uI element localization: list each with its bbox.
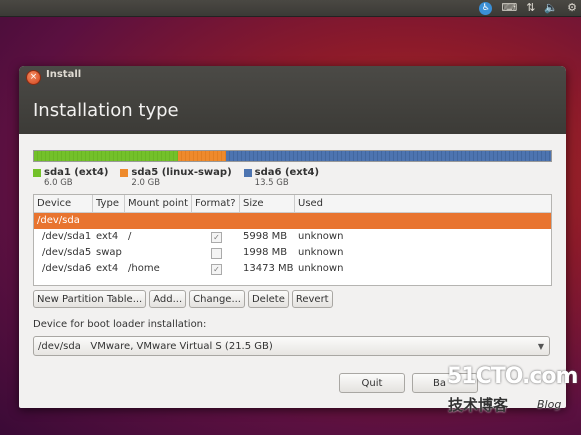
new-partition-table-button[interactable]: New Partition Table... — [33, 290, 147, 308]
table-row[interactable]: /dev/sda1 ext4 / ✓ 5998 MB unknown — [34, 229, 551, 245]
volume-icon[interactable]: 🔈 — [544, 0, 558, 16]
legend-swatch — [33, 169, 41, 177]
cell-used: unknown — [298, 263, 344, 274]
column-header-type[interactable]: Type — [93, 195, 125, 212]
column-header-mount[interactable]: Mount point — [125, 195, 192, 212]
legend-name: sda1 (ext4) — [44, 167, 109, 178]
accessibility-icon[interactable]: ♿ — [479, 1, 493, 15]
legend-size: 2.0 GB — [131, 178, 161, 188]
partition-legend: sda1 (ext4) 6.0 GB sda5 (linux-swap) 2.0… — [33, 167, 319, 188]
table-header: Device Type Mount point Format? Size Use… — [34, 195, 551, 213]
format-checkbox[interactable]: ✓ — [211, 264, 222, 275]
settings-icon[interactable]: ⚙ — [567, 0, 577, 16]
table-row-disk[interactable]: /dev/sda — [34, 213, 551, 229]
partition-segment-sda6 — [226, 151, 551, 161]
delete-button[interactable]: Delete — [247, 290, 289, 308]
format-checkbox[interactable] — [211, 248, 222, 259]
network-icon[interactable]: ⇅ — [526, 0, 535, 16]
top-panel: ♿ ⌨ ⇅ 🔈 ⚙ — [0, 0, 581, 17]
cell-type: ext4 — [96, 263, 119, 274]
cell-type: ext4 — [96, 231, 119, 242]
cell-type: swap — [96, 247, 122, 258]
add-button[interactable]: Add... — [149, 290, 187, 308]
cell-size: 13473 MB — [243, 263, 294, 274]
legend-swatch — [120, 169, 129, 177]
window-title: Install — [46, 69, 82, 80]
quit-button[interactable]: Quit — [339, 373, 405, 393]
legend-name: sda5 (linux-swap) — [131, 167, 232, 178]
cell-format: ✓ — [192, 229, 240, 245]
system-tray: ♿ ⌨ ⇅ 🔈 ⚙ — [479, 0, 577, 16]
table-row[interactable]: /dev/sda6 ext4 /home ✓ 13473 MB unknown — [34, 261, 551, 277]
cell-device: /dev/sda1 — [42, 231, 92, 242]
column-header-format[interactable]: Format? — [192, 195, 240, 212]
column-header-device[interactable]: Device — [34, 195, 93, 212]
watermark-logo: 51CTO.com — [447, 364, 578, 389]
partition-table[interactable]: Device Type Mount point Format? Size Use… — [33, 194, 552, 286]
install-window: × Install Installation type sda1 (ext4) … — [19, 66, 566, 408]
close-icon[interactable]: × — [26, 70, 41, 85]
cell-used: unknown — [298, 247, 344, 258]
boot-loader-select[interactable]: /dev/sda VMware, VMware Virtual S (21.5 … — [33, 336, 550, 356]
boot-loader-label: Device for boot loader installation: — [33, 319, 207, 330]
page-title: Installation type — [33, 100, 179, 121]
table-row[interactable]: /dev/sda5 swap 1998 MB unknown — [34, 245, 551, 261]
revert-button[interactable]: Revert — [291, 290, 333, 308]
legend-item-sda5: sda5 (linux-swap) 2.0 GB — [120, 167, 232, 188]
column-header-used[interactable]: Used — [295, 195, 551, 212]
cell-device: /dev/sda5 — [42, 247, 92, 258]
disk-device: /dev/sda — [37, 215, 80, 226]
cell-device: /dev/sda6 — [42, 263, 92, 274]
cell-mount: /home — [128, 263, 160, 274]
cell-format — [192, 245, 240, 261]
cell-size: 5998 MB — [243, 231, 288, 242]
legend-name: sda6 (ext4) — [254, 167, 320, 178]
partition-actions: New Partition Table... Add... Change... … — [33, 290, 333, 308]
partition-segment-sda1 — [34, 151, 179, 161]
titlebar: × Install Installation type — [19, 66, 566, 134]
partition-bar — [33, 150, 552, 162]
keyboard-icon[interactable]: ⌨ — [501, 0, 517, 16]
watermark-subtitle: 技术博客 — [448, 396, 509, 414]
column-header-size[interactable]: Size — [240, 195, 295, 212]
cell-mount — [125, 245, 192, 261]
change-button[interactable]: Change... — [189, 290, 245, 308]
partition-segment-sda5 — [178, 151, 227, 161]
chevron-down-icon[interactable]: ▼ — [538, 337, 544, 357]
cell-mount: / — [128, 231, 132, 242]
legend-item-sda6: sda6 (ext4) 13.5 GB — [243, 167, 320, 188]
legend-item-sda1: sda1 (ext4) 6.0 GB — [33, 167, 108, 188]
cell-used: unknown — [298, 231, 344, 242]
legend-size: 13.5 GB — [254, 178, 289, 188]
watermark-blog: Blog — [537, 398, 562, 411]
format-checkbox[interactable]: ✓ — [211, 232, 222, 243]
boot-loader-value: /dev/sda VMware, VMware Virtual S (21.5 … — [38, 341, 273, 352]
legend-size: 6.0 GB — [44, 178, 73, 188]
cell-format: ✓ — [192, 261, 240, 277]
cell-size: 1998 MB — [243, 247, 288, 258]
legend-swatch — [243, 169, 252, 177]
